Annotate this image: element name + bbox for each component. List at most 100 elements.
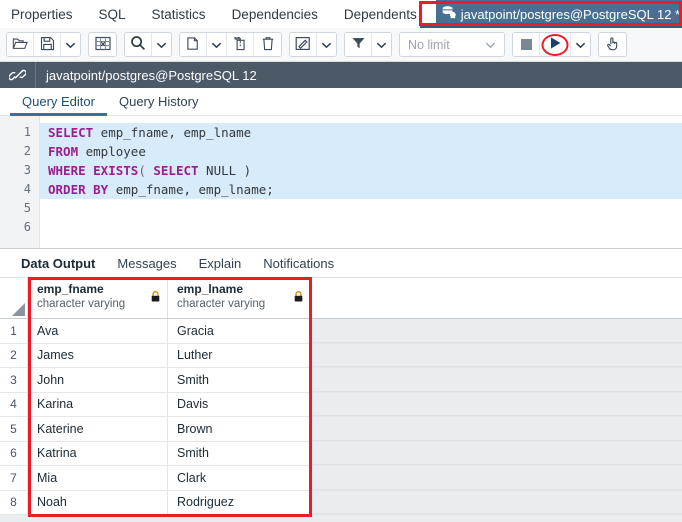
filter-dropdown-button[interactable] — [372, 33, 391, 56]
edit-grid-button[interactable] — [89, 33, 116, 56]
column-header-emp-lname[interactable]: emp_lname character varying — [168, 278, 311, 318]
sql-editor[interactable]: 1 2 3 4 5 6 SELECT emp_fname, emp_lname F… — [0, 116, 682, 249]
table-row[interactable]: 2 James Luther — [0, 343, 682, 368]
cell-emp-lname[interactable]: Luther — [168, 343, 311, 367]
tab-data-output[interactable]: Data Output — [10, 249, 106, 278]
filter-button[interactable] — [345, 33, 372, 56]
cell-emp-lname[interactable]: Smith — [168, 368, 311, 392]
data-output-grid[interactable]: emp_fname character varying emp_lname ch… — [0, 278, 682, 522]
table-row[interactable]: 8 Noah Rodriguez — [0, 490, 682, 515]
trash-icon — [261, 36, 275, 54]
edit-dropdown-button[interactable] — [317, 33, 336, 56]
tab-statistics-label: Statistics — [151, 6, 206, 22]
find-button[interactable] — [125, 33, 152, 56]
cell-emp-lname[interactable]: Brown — [168, 417, 311, 441]
table-row[interactable]: 4 Karina Davis — [0, 392, 682, 417]
floppy-save-icon — [40, 36, 55, 54]
table-row[interactable]: 3 John Smith — [0, 368, 682, 393]
grid-body[interactable]: 1 Ava Gracia 2 James Luther 3 John Smith 4 Karina D… — [0, 319, 682, 515]
row-filler — [311, 490, 682, 514]
connection-status-bar: javatpoint/postgres@PostgreSQL 12 — [0, 62, 682, 88]
tab-query-editor-label: Query Editor — [22, 94, 95, 109]
table-row[interactable]: 7 Mia Clark — [0, 466, 682, 491]
row-filler — [311, 441, 682, 465]
cell-emp-fname[interactable]: Karina — [28, 392, 168, 416]
tab-dependents[interactable]: Dependents — [331, 0, 430, 28]
row-number[interactable]: 8 — [0, 490, 28, 514]
row-number[interactable]: 1 — [0, 319, 28, 343]
stop-button[interactable] — [513, 33, 540, 56]
cell-emp-fname[interactable]: Katerine — [28, 417, 168, 441]
open-file-button[interactable] — [7, 33, 34, 56]
line-number: 4 — [23, 182, 31, 196]
select-all-corner[interactable] — [0, 278, 28, 318]
column-header-emp-fname[interactable]: emp_fname character varying — [28, 278, 168, 318]
paste-button[interactable] — [227, 33, 254, 56]
chain-link-icon — [0, 62, 36, 88]
cell-emp-fname[interactable]: Katrina — [28, 441, 168, 465]
sql-line-6 — [40, 218, 682, 237]
row-filler — [311, 417, 682, 441]
tab-query-editor[interactable]: Query Editor — [10, 88, 107, 116]
chevron-down-icon — [156, 37, 167, 52]
copy-button[interactable] — [180, 33, 207, 56]
tab-dependencies[interactable]: Dependencies — [219, 0, 331, 28]
row-number[interactable]: 5 — [0, 417, 28, 441]
sql-line-5 — [40, 199, 682, 218]
tab-sql[interactable]: SQL — [86, 0, 139, 28]
cell-emp-fname[interactable]: James — [28, 343, 168, 367]
funnel-icon — [351, 36, 366, 53]
table-row[interactable]: 1 Ava Gracia — [0, 319, 682, 344]
magnifier-icon — [130, 35, 146, 54]
copy-dropdown-button[interactable] — [207, 33, 227, 56]
tab-properties[interactable]: Properties — [0, 0, 86, 28]
tab-statistics[interactable]: Statistics — [139, 0, 219, 28]
execute-button[interactable] — [540, 33, 571, 56]
save-file-button[interactable] — [34, 33, 61, 56]
cell-emp-fname[interactable]: Ava — [28, 319, 168, 343]
find-dropdown-button[interactable] — [152, 33, 171, 56]
paste-icon — [233, 36, 248, 54]
edit-button[interactable] — [290, 33, 317, 56]
cell-emp-fname[interactable]: Noah — [28, 490, 168, 514]
tab-sql-label: SQL — [98, 6, 126, 22]
column-header-emp-fname-name: emp_fname — [37, 282, 104, 296]
row-number[interactable]: 3 — [0, 368, 28, 392]
row-number[interactable]: 4 — [0, 392, 28, 416]
row-number[interactable]: 7 — [0, 466, 28, 490]
table-row[interactable]: 6 Katrina Smith — [0, 441, 682, 466]
tab-messages[interactable]: Messages — [106, 249, 187, 278]
copy-icon — [186, 36, 201, 54]
pgadmin-query-tool-window: Properties SQL Statistics Dependencies D… — [0, 0, 682, 522]
tab-query-history[interactable]: Query History — [107, 88, 210, 115]
tab-query-tool-connection-label: javatpoint/postgres@PostgreSQL 12 * — [460, 6, 681, 22]
cell-emp-fname[interactable]: Mia — [28, 466, 168, 490]
sql-token: NULL ) — [198, 163, 252, 178]
chevron-down-icon — [575, 37, 586, 52]
row-number[interactable]: 6 — [0, 441, 28, 465]
cell-emp-fname[interactable]: John — [28, 368, 168, 392]
sql-token: emp_fname, emp_lname; — [108, 182, 274, 197]
edit-grid-group — [88, 32, 117, 57]
chevron-down-icon — [376, 37, 387, 52]
sql-code-area[interactable]: SELECT emp_fname, emp_lname FROM employee… — [40, 116, 682, 248]
cell-emp-lname[interactable]: Smith — [168, 441, 311, 465]
row-limit-select[interactable]: No limit — [400, 33, 504, 56]
lock-icon — [151, 289, 160, 307]
cell-emp-lname[interactable]: Davis — [168, 392, 311, 416]
execute-dropdown-button[interactable] — [571, 33, 590, 56]
line-number: 5 — [23, 201, 31, 215]
cell-emp-lname[interactable]: Gracia — [168, 319, 311, 343]
line-number: 3 — [23, 163, 31, 177]
save-dropdown-button[interactable] — [61, 33, 80, 56]
cell-emp-lname[interactable]: Clark — [168, 466, 311, 490]
row-limit-value: No limit — [408, 37, 450, 52]
tab-explain[interactable]: Explain — [188, 249, 253, 278]
tab-notifications[interactable]: Notifications — [252, 249, 345, 278]
tab-properties-label: Properties — [11, 6, 73, 22]
delete-button[interactable] — [254, 33, 281, 56]
cell-emp-lname[interactable]: Rodriguez — [168, 490, 311, 514]
row-number[interactable]: 2 — [0, 343, 28, 367]
macros-button[interactable] — [599, 33, 626, 56]
table-row[interactable]: 5 Katerine Brown — [0, 417, 682, 442]
